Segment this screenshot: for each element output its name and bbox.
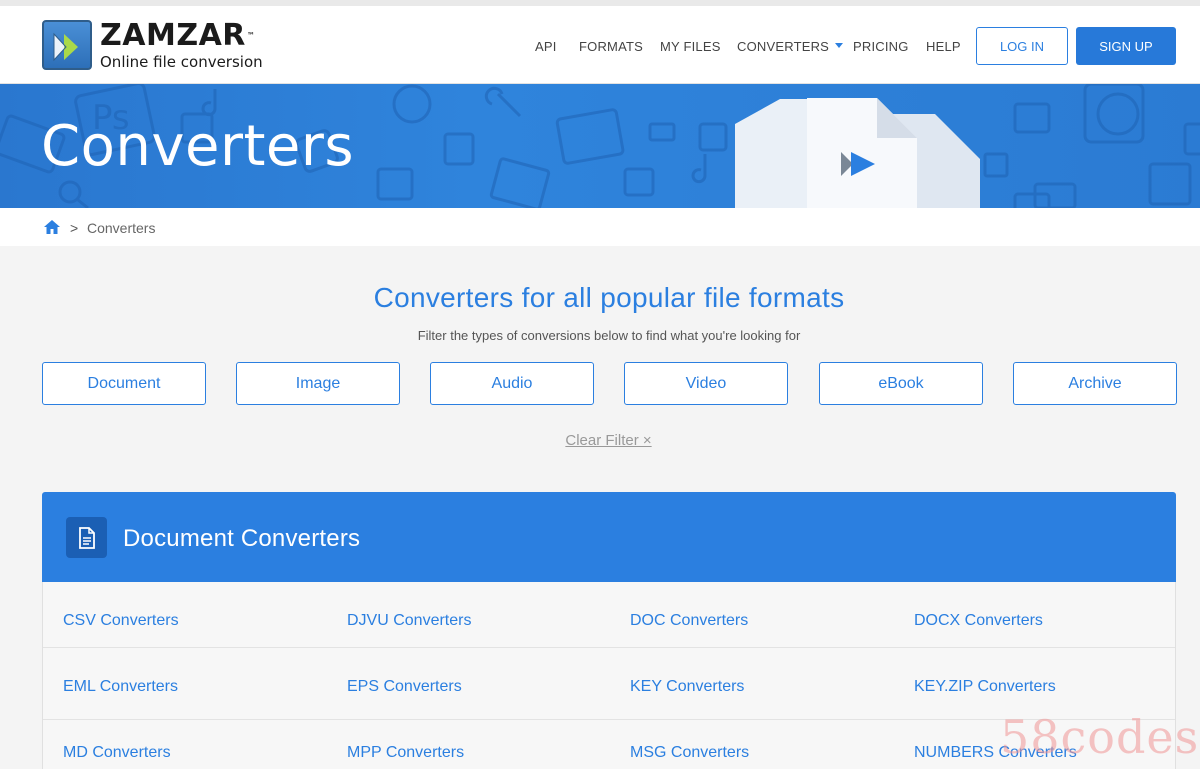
nav-pricing[interactable]: PRICING: [853, 39, 909, 54]
document-icon: [66, 517, 107, 558]
converter-row: CSV Converters DJVU Converters DOC Conve…: [43, 582, 1175, 648]
filter-image-button[interactable]: Image: [236, 362, 400, 405]
clear-filter-link[interactable]: Clear Filter ×: [0, 432, 1200, 449]
logo-name: ZAMZAR: [100, 18, 246, 53]
breadcrumb-separator: >: [70, 220, 79, 236]
converter-link-key-zip[interactable]: KEY.ZIP Converters: [914, 678, 1056, 696]
logo-tagline: Online file conversion: [100, 53, 263, 71]
converter-link-docx[interactable]: DOCX Converters: [914, 612, 1043, 630]
zamzar-logo-icon: [42, 20, 92, 70]
breadcrumb-current: Converters: [87, 220, 156, 236]
nav-formats[interactable]: FORMATS: [579, 39, 643, 54]
page-title: Converters for all popular file formats: [373, 282, 845, 313]
converter-link-msg[interactable]: MSG Converters: [630, 744, 749, 762]
breadcrumb: > Converters: [0, 208, 1200, 246]
home-icon[interactable]: [43, 219, 61, 235]
filter-archive-button[interactable]: Archive: [1013, 362, 1177, 405]
converter-link-eps[interactable]: EPS Converters: [347, 678, 462, 696]
signup-button[interactable]: SIGN UP: [1076, 27, 1176, 65]
document-converters-title: Document Converters: [123, 525, 361, 552]
converter-link-md[interactable]: MD Converters: [63, 744, 171, 762]
nav-converters-label: CONVERTERS: [737, 39, 830, 54]
caret-down-icon: [835, 43, 844, 49]
nav-converters[interactable]: CONVERTERS: [737, 39, 844, 54]
watermark-text: 58codes: [1000, 710, 1200, 764]
zamzar-logo[interactable]: ZAMZAR™ Online file conversion: [42, 20, 263, 71]
page-subtitle: Filter the types of conversions below to…: [417, 328, 801, 343]
converter-link-doc[interactable]: DOC Converters: [630, 612, 748, 630]
filter-audio-button[interactable]: Audio: [430, 362, 594, 405]
banner-title: Converters: [41, 114, 355, 179]
filter-video-button[interactable]: Video: [624, 362, 788, 405]
filter-ebook-button[interactable]: eBook: [819, 362, 983, 405]
file-conversion-illustration: [735, 98, 980, 208]
filter-document-button[interactable]: Document: [42, 362, 206, 405]
nav-api[interactable]: API: [535, 39, 557, 54]
logo-trademark: ™: [246, 31, 256, 40]
converter-link-key[interactable]: KEY Converters: [630, 678, 744, 696]
converter-link-eml[interactable]: EML Converters: [63, 678, 178, 696]
document-converters-header: Document Converters: [42, 492, 1176, 582]
converter-link-mpp[interactable]: MPP Converters: [347, 744, 464, 762]
site-header: ZAMZAR™ Online file conversion API FORMA…: [0, 6, 1200, 84]
converter-link-csv[interactable]: CSV Converters: [63, 612, 179, 630]
page-banner: Ps Converters: [0, 84, 1200, 208]
nav-help[interactable]: HELP: [926, 39, 961, 54]
converter-link-djvu[interactable]: DJVU Converters: [347, 612, 471, 630]
nav-my-files[interactable]: MY FILES: [660, 39, 721, 54]
login-button[interactable]: LOG IN: [976, 27, 1068, 65]
